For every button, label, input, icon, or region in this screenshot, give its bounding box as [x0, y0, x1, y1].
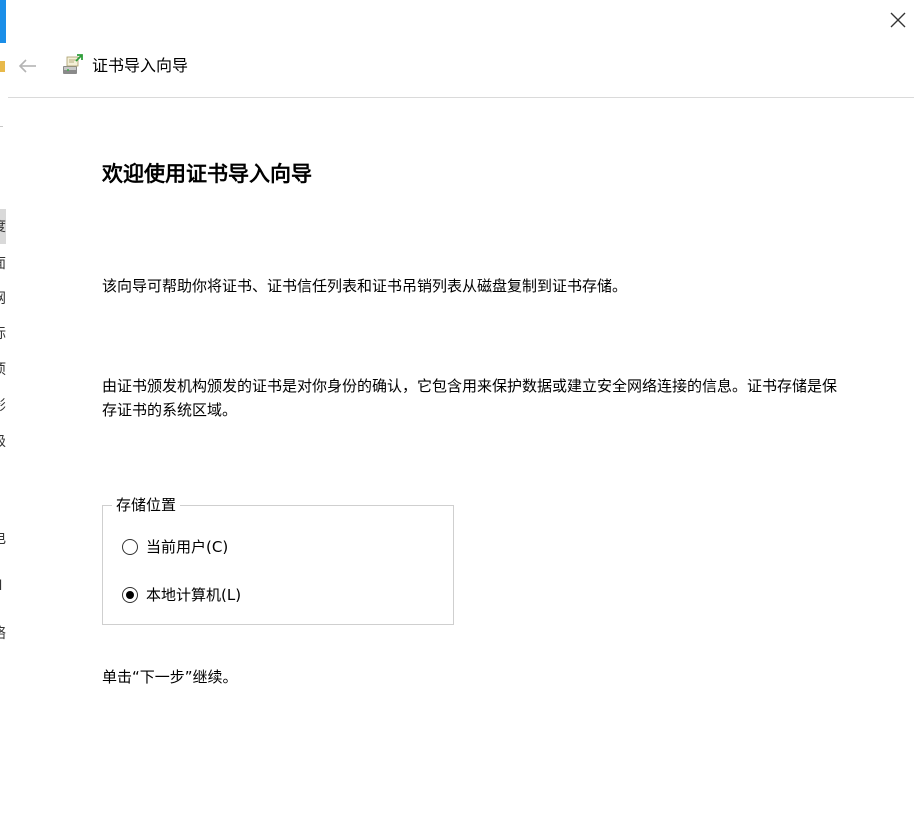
radio-current-user[interactable]: 当前用户(C) — [122, 535, 228, 559]
background-window-edge: 度 面 网 标 项 影 级 e 电 N 络 — [0, 0, 8, 836]
radio-label: 当前用户(C) — [146, 538, 229, 556]
radio-selected-dot — [126, 591, 134, 599]
close-icon — [890, 12, 906, 28]
next-hint: 单击“下一步”继续。 — [102, 668, 238, 686]
background-folder-icon — [0, 61, 5, 72]
radio-label: 本地计算机(L) — [146, 586, 242, 604]
back-button[interactable] — [15, 54, 41, 78]
page-heading: 欢迎使用证书导入向导 — [102, 162, 312, 186]
radio-button[interactable] — [122, 539, 138, 555]
store-location-group — [102, 505, 454, 625]
background-edge-text: 影 — [0, 398, 8, 414]
background-edge-text: 电 — [0, 531, 8, 547]
background-edge-text: 度 — [0, 219, 8, 235]
radio-local-machine[interactable]: 本地计算机(L) — [122, 583, 241, 607]
background-edge-text: 标 — [0, 326, 8, 342]
intro-paragraph: 该向导可帮助你将证书、证书信任列表和证书吊销列表从磁盘复制到证书存储。 — [102, 277, 628, 295]
background-edge-text: 面 — [0, 256, 8, 272]
background-edge-text: 络 — [0, 626, 8, 642]
background-edge-text: 项 — [0, 362, 8, 378]
wizard-title: 证书导入向导 — [92, 56, 189, 75]
store-location-label: 存储位置 — [112, 494, 181, 516]
description-paragraph: 由证书颁发机构颁发的证书是对你身份的确认，它包含用来保护数据或建立安全网络连接的… — [102, 377, 838, 419]
background-divider — [0, 126, 3, 127]
background-edge-text: N — [0, 578, 8, 594]
header-divider — [8, 97, 914, 98]
radio-button[interactable] — [122, 587, 138, 603]
back-arrow-icon — [18, 59, 36, 73]
certificate-wizard-icon — [63, 54, 83, 74]
background-accent-bar — [0, 0, 6, 43]
background-edge-text: 级 — [0, 434, 8, 450]
close-button[interactable] — [884, 6, 912, 34]
certificate-import-wizard: 度 面 网 标 项 影 级 e 电 N 络 证书导入向导 — [0, 0, 914, 836]
background-edge-text: 网 — [0, 291, 8, 307]
background-edge-text: e — [0, 482, 8, 498]
